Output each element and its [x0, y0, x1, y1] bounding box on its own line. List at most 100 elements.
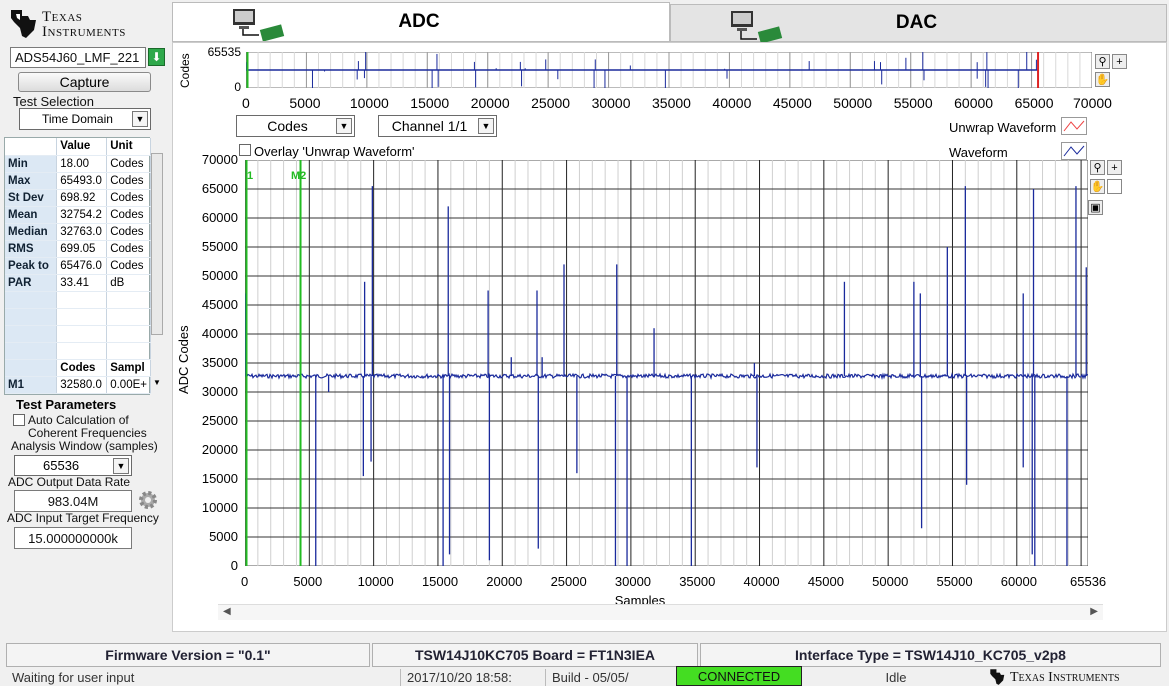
auto-calc-label2: Coherent Frequencies: [28, 426, 147, 440]
tab-dac-label: DAC: [895, 12, 938, 33]
channel-value: Channel 1/1: [391, 118, 468, 134]
legend-unwrap-label: Unwrap Waveform: [949, 120, 1057, 135]
legend-unwrap-swatch[interactable]: [1061, 117, 1087, 135]
crosshair-icon[interactable]: +: [1112, 54, 1127, 69]
main-xtick: 20000: [486, 574, 523, 589]
main-xtick: 50000: [872, 574, 909, 589]
main-plot[interactable]: 1 M2: [245, 160, 1088, 566]
main-ytick: 0: [230, 558, 238, 573]
overview-xtick: 25000: [531, 95, 571, 111]
main-xtick: 45000: [807, 574, 844, 589]
tab-adc-label: ADC: [398, 11, 440, 32]
input-freq-label: ADC Input Target Frequency: [7, 511, 159, 525]
crosshair-icon[interactable]: +: [1107, 160, 1122, 175]
main-xtick: 15000: [421, 574, 459, 589]
overview-plot[interactable]: [246, 52, 1092, 88]
pan-hand-icon[interactable]: ✋: [1095, 72, 1110, 87]
main-ytick: 65000: [201, 181, 238, 196]
table-row: Median 32763.0 Codes: [5, 223, 151, 241]
main-ytick: 70000: [201, 152, 238, 167]
units-dropdown[interactable]: Codes ▼: [236, 115, 355, 137]
overlay-checkbox[interactable]: [239, 144, 251, 156]
overview-ytick: 65535: [207, 45, 241, 59]
reset-zoom-icon[interactable]: ▣: [1088, 200, 1103, 215]
pc-board-icon: [233, 9, 285, 41]
test-params-title: Test Parameters: [16, 397, 117, 412]
main-xtick: 25000: [550, 574, 587, 589]
overview-ylabel: Codes: [178, 53, 192, 89]
footer-brand: Texas Instruments: [1010, 669, 1120, 685]
marker-label: M2: [291, 170, 306, 182]
ti-logo: Texas Instruments: [8, 4, 168, 44]
overlay-label: Overlay 'Unwrap Waveform': [254, 144, 415, 159]
main-ytick: 40000: [201, 326, 238, 341]
download-arrow-icon[interactable]: ⬇: [148, 48, 165, 66]
main-xtick: 65536: [1070, 574, 1107, 589]
input-freq-input[interactable]: 15.000000000k: [14, 527, 132, 549]
device-select[interactable]: ADS54J60_LMF_221: [10, 47, 146, 68]
main-ytick: 25000: [201, 413, 238, 428]
main-ytick: 45000: [201, 297, 238, 312]
table-row: Min 18.00 Codes: [5, 155, 151, 173]
interface-type: Interface Type = TSW14J10_KC705_v2p8: [700, 643, 1161, 667]
tool-blank[interactable]: [1107, 179, 1122, 194]
channel-dropdown[interactable]: Channel 1/1 ▼: [378, 115, 497, 137]
table-row: PAR 33.41 dB: [5, 274, 151, 292]
main-xtick: 60000: [1000, 574, 1037, 589]
main-xtick: 0: [241, 574, 249, 589]
zoom-icon[interactable]: ⚲: [1090, 160, 1105, 175]
scroll-right-icon[interactable]: ▶: [1090, 606, 1098, 617]
table-row: RMS 699.05 Codes: [5, 240, 151, 258]
connection-badge: CONNECTED: [676, 666, 802, 686]
ti-logo-icon: [11, 10, 36, 38]
pan-hand-icon[interactable]: ✋: [1090, 179, 1105, 194]
overview-xtick: 30000: [591, 95, 631, 111]
tab-dac[interactable]: DAC: [670, 4, 1167, 43]
chevron-down-icon: ▼: [478, 118, 494, 134]
overview-xtick: 40000: [712, 95, 752, 111]
firmware-version: Firmware Version = "0.1": [6, 643, 370, 667]
analysis-window-dropdown[interactable]: 65536 ▼: [14, 455, 132, 476]
table-row: M1 32580.0 0.00E+: [5, 376, 151, 394]
main-ytick: 5000: [209, 529, 238, 544]
auto-calc-checkbox[interactable]: [13, 414, 25, 426]
tab-adc[interactable]: ADC: [172, 2, 670, 42]
overview-xtick: 60000: [954, 95, 994, 111]
scroll-left-icon[interactable]: ◀: [223, 606, 231, 617]
legend-waveform-swatch[interactable]: [1061, 142, 1087, 160]
main-h-scrollbar[interactable]: ◀ ▶: [218, 604, 1103, 620]
device-value: ADS54J60_LMF_221: [15, 50, 140, 65]
main-ytick: 50000: [201, 268, 238, 283]
main-ytick: 60000: [201, 210, 238, 225]
pc-board-icon: [731, 11, 783, 43]
status-build: Build - 05/05/: [545, 669, 670, 686]
overview-xtick: 35000: [652, 95, 691, 111]
zoom-icon[interactable]: ⚲: [1095, 54, 1110, 69]
input-freq-value: 15.000000000k: [28, 530, 118, 546]
status-state: Idle: [885, 670, 907, 685]
brand-line2: Instruments: [42, 24, 126, 40]
chevron-down-icon: ▼: [113, 458, 129, 474]
auto-calc-label: Auto Calculation of: [28, 413, 129, 427]
test-selection-value: Time Domain: [42, 112, 113, 126]
stats-scrollbar[interactable]: [151, 153, 163, 335]
chevron-down-icon: ▼: [132, 111, 148, 127]
col-header: Value: [56, 138, 108, 156]
capture-button[interactable]: Capture: [18, 72, 151, 92]
col-header: Codes: [56, 359, 108, 377]
chevron-down-icon[interactable]: ▼: [151, 378, 163, 390]
stats-table: Value Unit Min 18.00 Codes Max 65493.0 Codes …: [4, 137, 151, 395]
analysis-window-value: 65536: [43, 458, 80, 473]
overview-xtick: 5000: [289, 95, 321, 111]
legend-waveform-label: Waveform: [949, 145, 1008, 160]
overview-ytick: 0: [234, 80, 241, 94]
test-selection-dropdown[interactable]: Time Domain ▼: [19, 108, 151, 130]
output-rate-input[interactable]: 983.04M: [14, 490, 132, 512]
gear-icon[interactable]: [137, 489, 159, 511]
overview-xtick: 0: [242, 95, 250, 111]
main-xtick: 30000: [614, 574, 652, 589]
main-ytick: 10000: [201, 500, 238, 515]
units-value: Codes: [267, 118, 308, 134]
main-ytick: 35000: [201, 355, 238, 370]
table-row: Mean 32754.2 Codes: [5, 206, 151, 224]
